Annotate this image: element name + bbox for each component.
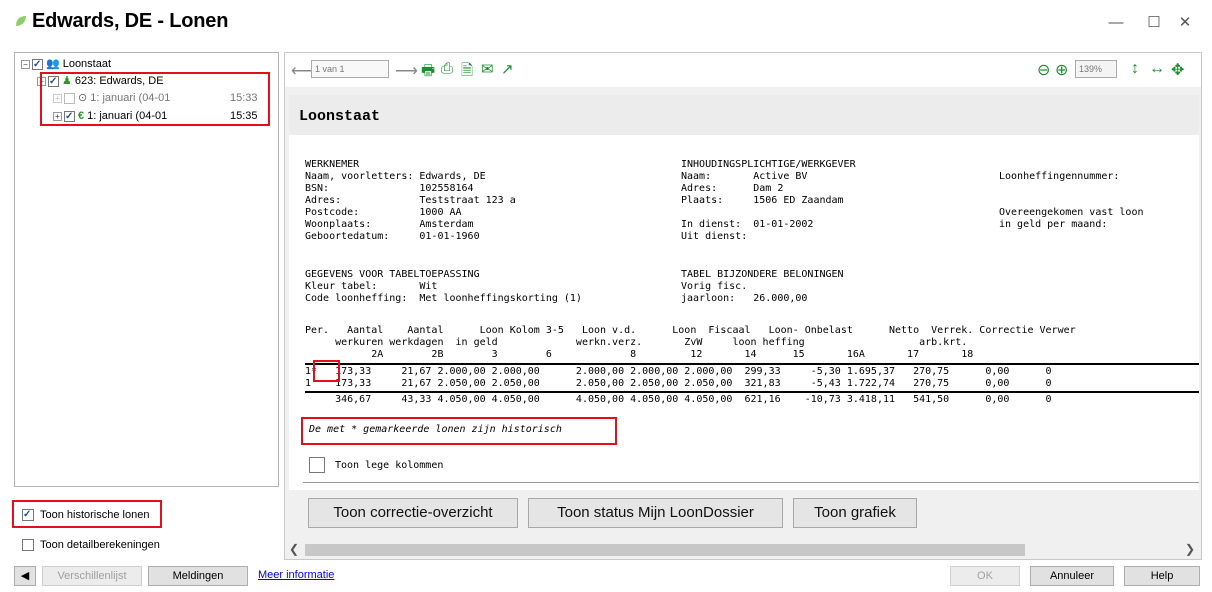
group-icon: 👥 [46,58,60,71]
report-panel: ⟵ 1 van 1 ⟶ 🖶 ⎙ 🗎 ✉ ↗ ⊖ ⊕ 139% ↕ ↔ ✥ Loo… [284,52,1202,560]
historic-label: Toon historische lonen [40,509,150,521]
table-row: 1* 173,33 21,67 2.000,00 2.000,00 2.000,… [305,366,1052,377]
report-title: Loonstaat [299,108,381,125]
ok-button[interactable]: OK [950,566,1020,586]
zoom-level[interactable]: 139% [1075,60,1117,78]
maximize-button[interactable]: ☐ [1139,12,1169,34]
next-page-icon[interactable]: ⟶ [395,61,418,81]
tabel-block: GEGEVENS VOOR TABELTOEPASSING Kleur tabe… [305,269,582,304]
minimize-button[interactable]: — [1101,12,1131,34]
root-checkbox[interactable] [32,57,43,73]
table-row: 1 173,33 21,67 2.050,00 2.050,00 2.050,0… [305,378,1052,389]
table-header: Per. Aantal Aantal Loon Kolom 3-5 Loon v… [305,325,1076,360]
report-document: Loonstaat WERKNEMER Naam, voorletters: E… [289,95,1199,490]
empty-columns-label: Toon lege kolommen [335,460,444,471]
scroll-right-icon[interactable]: ❯ [1185,542,1195,556]
detail-label: Toon detailberekeningen [40,539,160,551]
tree-root-label: Loonstaat [62,58,112,70]
fit-height-icon[interactable]: ↕ [1131,60,1139,78]
print-icon[interactable]: 🖶 [421,60,435,85]
close-button[interactable]: ✕ [1170,12,1200,34]
fit-width-icon[interactable]: ↔ [1149,60,1165,78]
chart-button[interactable]: Toon grafiek [793,498,917,528]
horizontal-scrollbar[interactable]: ❮ ❯ [285,541,1201,559]
mail-icon[interactable]: ✉ [481,60,494,78]
historic-option[interactable]: Toon historische lonen [22,507,149,523]
detail-option[interactable]: Toon detailberekeningen [22,537,160,553]
report-toolbar: ⟵ 1 van 1 ⟶ 🖶 ⎙ 🗎 ✉ ↗ ⊖ ⊕ 139% ↕ ↔ ✥ [285,53,1201,87]
detail-checkbox[interactable] [22,539,34,552]
loondossier-status-button[interactable]: Toon status Mijn LoonDossier [528,498,783,528]
differences-list-button[interactable]: Verschillenlijst [42,566,142,586]
empty-columns-option[interactable]: Toon lege kolommen [309,457,444,474]
page-indicator[interactable]: 1 van 1 [311,60,389,78]
table-rule [305,363,1199,365]
table-rule [305,391,1199,393]
correction-overview-button[interactable]: Toon correctie-overzicht [308,498,518,528]
document-icon[interactable]: 🗎 [461,60,473,85]
messages-button[interactable]: Meldingen [148,566,248,586]
export-icon[interactable]: ↗ [501,60,514,78]
zoom-in-icon[interactable]: ⊕ [1055,60,1068,80]
bijzonder-block: TABEL BIJZONDERE BELONINGEN Vorig fisc. … [681,269,844,304]
zoom-out-icon[interactable]: ⊖ [1037,60,1050,80]
werkgever-block: INHOUDINGSPLICHTIGE/WERKGEVER Naam: Acti… [681,159,856,242]
divider [303,482,1199,483]
empty-columns-checkbox[interactable] [309,457,325,474]
table-total-row: 346,67 43,33 4.050,00 4.050,00 4.050,00 … [305,394,1052,405]
back-button[interactable]: ◀ [14,566,36,586]
highlight-box [40,72,270,126]
more-info-link[interactable]: Meer informatie [258,569,334,581]
pdf-icon[interactable]: ⎙ [441,60,453,77]
scrollbar-thumb[interactable] [305,544,1025,556]
app-logo-icon [16,16,26,26]
werknemer-block: WERKNEMER Naam, voorletters: Edwards, DE… [305,159,516,242]
tree-panel: −👥Loonstaat −♟623: Edwards, DE +⊙1: janu… [14,52,279,487]
historic-checkbox[interactable] [22,507,34,523]
window-title: Edwards, DE - Lonen [32,10,229,32]
pan-icon[interactable]: ✥ [1171,60,1184,80]
cancel-button[interactable]: Annuleer [1030,566,1114,586]
help-button[interactable]: Help [1124,566,1200,586]
highlight-box [313,360,340,382]
tree-root[interactable]: − 👥Loonstaat [21,56,112,73]
scroll-left-icon[interactable]: ❮ [289,542,299,556]
loonheffing-block: Loonheffingennummer: Overeengekomen vast… [999,171,1144,230]
highlight-box [301,417,617,445]
title-bar: Edwards, DE - Lonen — ☐ ✕ [0,0,1212,48]
collapse-icon[interactable]: − [21,59,30,69]
report-header: Loonstaat [289,95,1199,135]
